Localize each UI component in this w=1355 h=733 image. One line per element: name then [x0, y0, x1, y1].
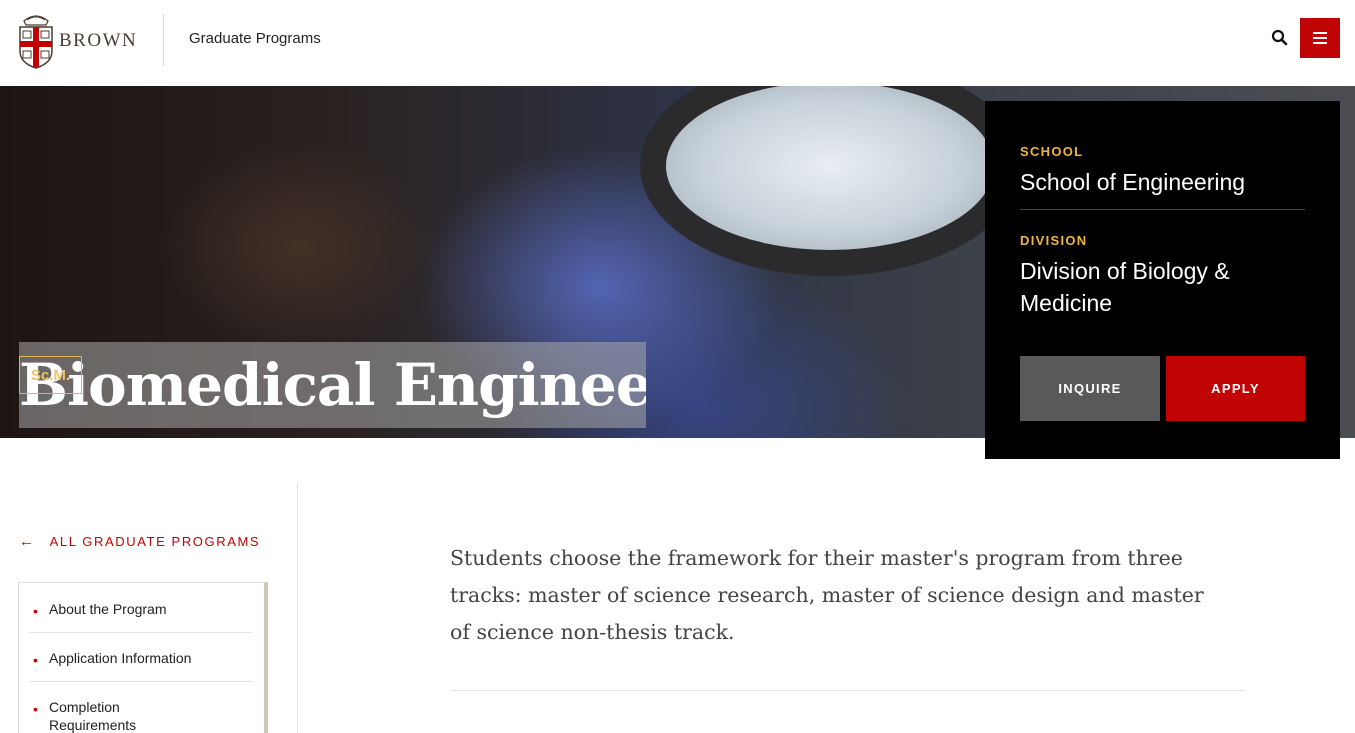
- apply-button[interactable]: APPLY: [1166, 356, 1305, 421]
- subnav-divider: [29, 681, 253, 682]
- subnav-divider: [29, 632, 253, 633]
- menu-button[interactable]: [1300, 18, 1340, 58]
- back-link-label: ALL GRADUATE PROGRAMS: [49, 534, 261, 549]
- inquire-button[interactable]: INQUIRE: [1020, 356, 1160, 421]
- brown-wordmark: BROWN: [59, 30, 138, 51]
- program-title: Biomedical Engineering: [19, 342, 646, 428]
- search-button[interactable]: [1270, 28, 1290, 48]
- degree-badge: Sc.M.: [19, 356, 82, 394]
- school-value: School of Engineering: [1020, 169, 1246, 195]
- brown-logo-link[interactable]: BROWN: [18, 11, 137, 69]
- bullet-icon: •: [33, 701, 38, 717]
- arrow-left-icon: ←: [19, 533, 36, 550]
- info-divider: [1020, 209, 1305, 210]
- hamburger-line: [1313, 37, 1327, 39]
- division-label: DIVISION: [1020, 233, 1088, 248]
- brown-shield-icon: [19, 15, 53, 69]
- hamburger-menu-icon: [1313, 32, 1327, 34]
- subnav-item-completion[interactable]: • Completion Requirements: [19, 698, 159, 733]
- division-value: Division of Biology & Medicine: [1020, 258, 1230, 316]
- all-programs-back-link[interactable]: ← ALL GRADUATE PROGRAMS: [19, 533, 260, 550]
- hero-background-image: [640, 86, 1020, 276]
- site-header: BROWN Graduate Programs: [0, 0, 1355, 86]
- search-icon: [1271, 29, 1288, 46]
- subnav-item-about[interactable]: • About the Program: [19, 600, 253, 619]
- header-divider: [163, 13, 164, 67]
- hamburger-line: [1313, 42, 1327, 44]
- subnav-item-label: About the Program: [49, 601, 167, 617]
- bullet-icon: •: [33, 603, 38, 619]
- program-subnav: • About the Program • Application Inform…: [18, 582, 268, 733]
- program-intro: Students choose the framework for their …: [450, 546, 1204, 644]
- subnav-item-label: Application Information: [49, 650, 192, 666]
- program-info-panel: SCHOOL School of Engineering DIVISION Di…: [985, 101, 1340, 459]
- bullet-icon: •: [33, 652, 38, 668]
- subnav-item-application[interactable]: • Application Information: [19, 649, 253, 668]
- subnav-item-label: Completion Requirements: [49, 699, 137, 733]
- site-title-link[interactable]: Graduate Programs: [189, 30, 321, 47]
- sidebar-divider: [297, 482, 298, 733]
- school-label: SCHOOL: [1020, 144, 1084, 159]
- content-divider: [450, 690, 1246, 691]
